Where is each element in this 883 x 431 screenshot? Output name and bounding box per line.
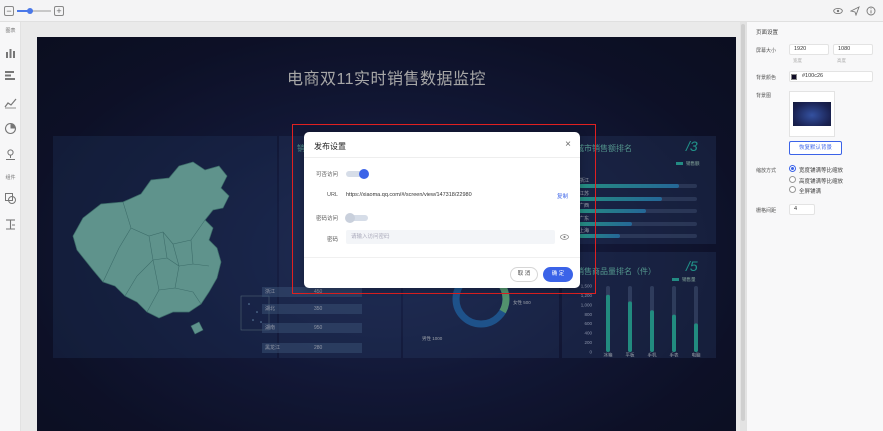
screen-width-input[interactable]: 1920 [789,44,829,55]
page-settings-title: 页面设置 [756,30,779,36]
toggle-knob [359,169,369,179]
restore-default-bg-button[interactable]: 恢复默认背景 [789,141,842,155]
bg-image-preview [793,102,831,126]
cancel-button[interactable]: 取 消 [510,267,538,282]
info-icon[interactable] [866,6,876,16]
screen-size-label: 屏幕大小 [756,48,777,54]
bg-image-label: 背景图 [756,93,772,99]
pie-chart-icon[interactable] [4,122,17,135]
url-label: URL [326,192,338,198]
bg-color-label: 背景颜色 [756,75,777,81]
line-chart-icon[interactable] [4,96,17,109]
map-pin-icon[interactable] [4,148,17,161]
password-label: 密码 [326,237,338,243]
share-url: https://xiaoma.qq.com/#/screen/view/1473… [346,192,472,198]
bg-image-thumbnail[interactable] [789,91,835,137]
footer-divider [304,257,580,258]
toggle-knob [345,213,355,223]
top-toolbar: − + [0,0,883,22]
scale-option-width-radio[interactable] [789,165,796,172]
width-caption: 宽度 [793,58,802,63]
grid-spacing-label: 栅格间距 [756,208,777,214]
grid-spacing-input[interactable]: 4 [789,204,815,215]
zoom-out-icon[interactable]: − [4,6,14,16]
bar-chart-icon[interactable] [4,69,17,82]
chart-section-label: 图表 [5,28,16,34]
publish-settings-dialog: 发布设置 × 可否访问 URL https://xiaoma.qq.com/#/… [304,132,580,288]
dialog-divider [304,157,580,158]
public-access-label: 可否访问 [315,172,338,178]
password-input[interactable] [346,230,555,244]
scale-option-fullscreen-radio[interactable] [789,186,796,193]
scale-mode-label: 缩放方式 [756,168,777,174]
shape-component-icon[interactable] [4,192,17,205]
scrollbar-thumb[interactable] [741,24,745,421]
confirm-button[interactable]: 确 定 [543,267,573,282]
text-component-icon[interactable] [4,218,17,231]
scale-option-width-label: 宽度铺满等比缩放 [799,168,844,174]
screen-height-input[interactable]: 1080 [833,44,873,55]
preview-eye-icon[interactable] [833,6,843,16]
zoom-slider-handle[interactable] [27,8,33,14]
bg-color-input[interactable]: #100c26 [789,71,873,82]
scale-option-height-radio[interactable] [789,176,796,183]
height-caption: 高度 [837,58,846,63]
dialog-title: 发布设置 [314,142,346,151]
page-settings-panel: 页面设置 屏幕大小 1920 1080 宽度 高度 背景颜色 #100c26 背… [746,22,883,431]
password-access-label: 密码访问 [315,216,338,222]
public-access-toggle[interactable] [346,169,369,179]
password-access-toggle[interactable] [345,213,368,223]
component-sidebar: 图表 组件 [0,22,21,431]
show-password-eye-icon[interactable] [560,234,569,240]
column-chart-icon[interactable] [4,46,17,59]
close-icon[interactable]: × [565,139,571,150]
publish-send-icon[interactable] [849,6,860,17]
scale-option-fullscreen-label: 全屏铺满 [799,189,822,195]
copy-url-link[interactable]: 复制 [557,192,568,200]
component-section-label: 组件 [5,175,16,181]
zoom-slider[interactable] [17,8,51,14]
bg-color-swatch[interactable] [791,74,797,80]
zoom-in-icon[interactable]: + [54,6,64,16]
scale-option-height-label: 高度铺满等比缩放 [799,179,844,185]
